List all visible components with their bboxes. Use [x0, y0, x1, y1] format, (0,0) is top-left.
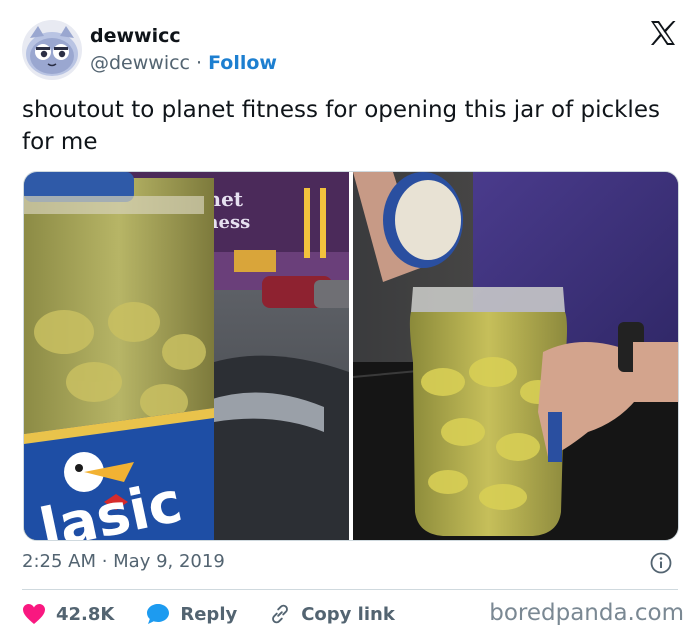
separator-dot: · — [196, 52, 203, 74]
author-handle[interactable]: @dewwicc — [90, 52, 190, 74]
tweet-header: dewwicc @dewwicc · Follow — [22, 18, 682, 82]
photo-pickle-jar-parking-lot[interactable]: planet fitness lasic — [24, 172, 349, 540]
info-icon[interactable] — [650, 552, 672, 574]
divider — [22, 589, 678, 590]
reply-button[interactable]: Reply — [146, 603, 237, 625]
reply-label: Reply — [180, 603, 238, 625]
author-handle-row: @dewwicc · Follow — [90, 52, 277, 74]
photo-pickle-jar-opened[interactable] — [353, 172, 678, 540]
reply-bubble-icon — [147, 604, 170, 624]
author-display-name[interactable]: dewwicc — [90, 25, 181, 47]
like-count: 42.8K — [56, 603, 115, 625]
x-logo-icon[interactable] — [648, 18, 678, 48]
tweet-actions: 42.8K Reply Copy link — [22, 600, 427, 628]
tweet-text: shoutout to planet fitness for opening t… — [22, 97, 660, 155]
follow-button[interactable]: Follow — [208, 52, 277, 74]
copy-link-button[interactable]: Copy link — [269, 603, 395, 625]
tweet-timestamp[interactable]: 2:25 AM · May 9, 2019 — [22, 551, 225, 572]
copy-link-label: Copy link — [301, 603, 395, 625]
tweet-media[interactable]: planet fitness lasic — [23, 171, 679, 541]
watermark: boredpanda.com — [489, 600, 684, 626]
like-button[interactable]: 42.8K — [22, 603, 114, 625]
link-icon — [272, 604, 289, 624]
heart-icon — [23, 604, 45, 624]
avatar[interactable] — [22, 20, 82, 80]
